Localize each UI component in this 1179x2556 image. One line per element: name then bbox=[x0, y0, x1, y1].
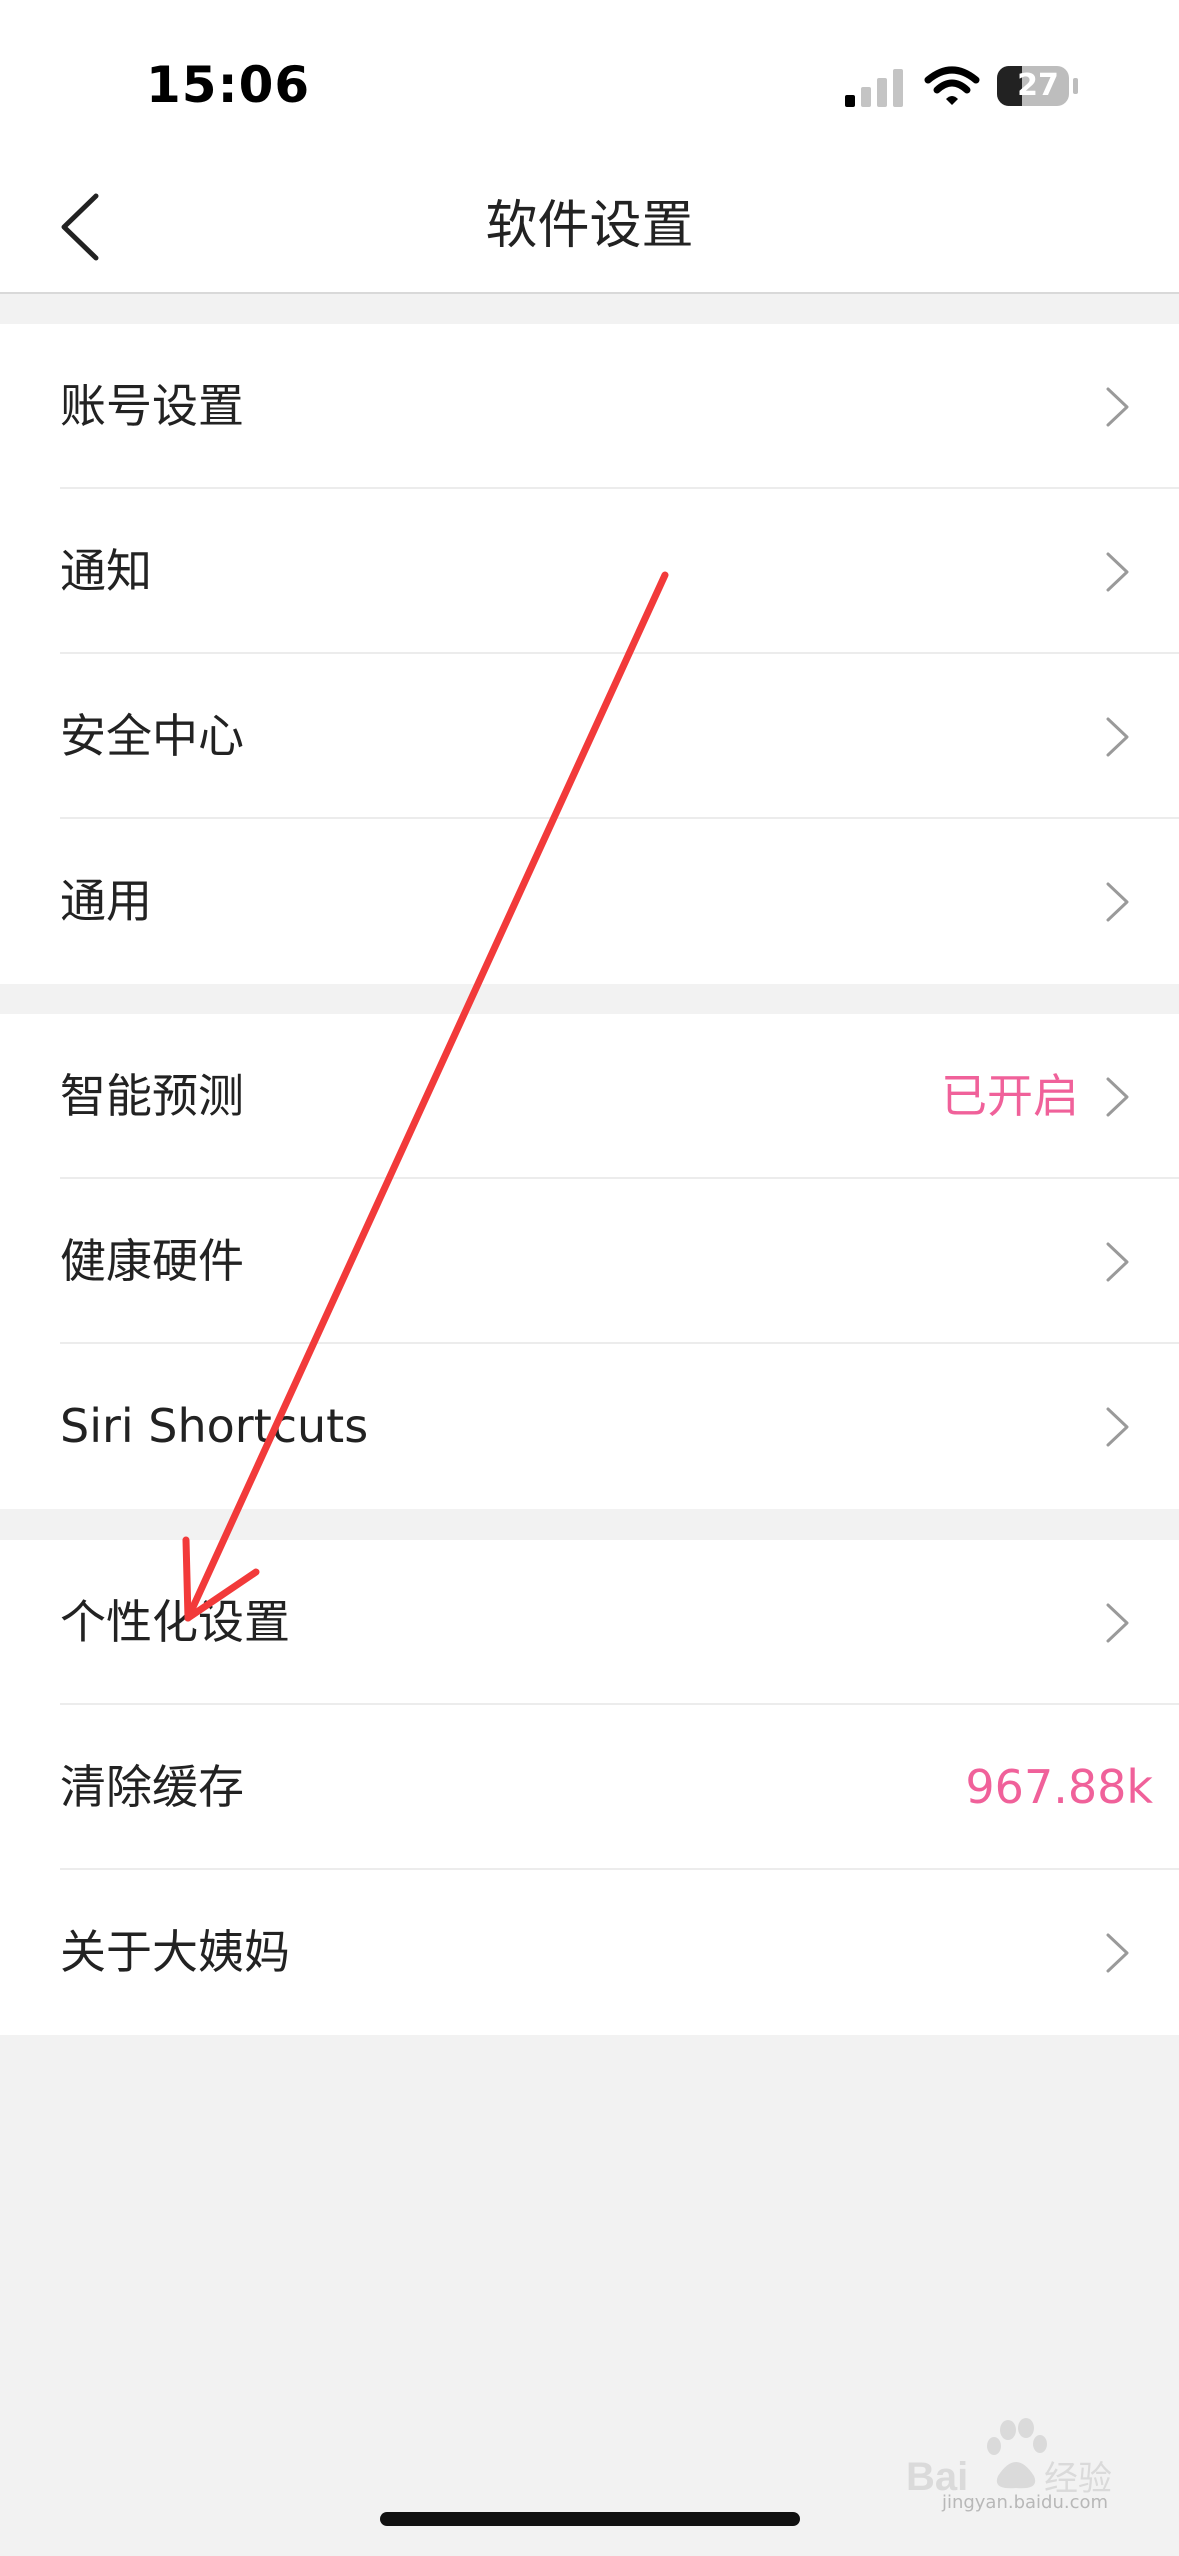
chevron-right-icon bbox=[1106, 1242, 1129, 1282]
row-label: 安全中心 bbox=[60, 709, 244, 763]
signal-icon bbox=[845, 69, 903, 107]
row-personalization[interactable]: 个性化设置 bbox=[0, 1540, 1179, 1705]
chevron-right-icon bbox=[1106, 1603, 1129, 1643]
nav-bar: 软件设置 bbox=[0, 170, 1179, 294]
settings-group-account: 账号设置 通知 安全中心 通用 bbox=[0, 324, 1179, 984]
wifi-icon bbox=[924, 66, 980, 105]
home-indicator[interactable] bbox=[380, 2512, 800, 2526]
settings-group-other: 个性化设置 清除缓存 967.88k 关于大姨妈 bbox=[0, 1540, 1179, 2035]
row-siri-shortcuts[interactable]: Siri Shortcuts bbox=[0, 1344, 1179, 1509]
row-label: 清除缓存 bbox=[60, 1760, 244, 1814]
row-about[interactable]: 关于大姨妈 bbox=[0, 1870, 1179, 2035]
chevron-right-icon bbox=[1106, 882, 1129, 922]
chevron-left-icon[interactable] bbox=[56, 192, 102, 262]
row-clear-cache[interactable]: 清除缓存 967.88k bbox=[0, 1705, 1179, 1870]
watermark-text: jingyan.baidu.com bbox=[941, 2492, 1109, 2513]
chevron-right-icon bbox=[1106, 1077, 1129, 1117]
cache-size-value: 967.88k bbox=[965, 1760, 1153, 1814]
row-account-settings[interactable]: 账号设置 bbox=[0, 324, 1179, 489]
page-title: 软件设置 bbox=[485, 196, 694, 256]
row-label: 通知 bbox=[60, 544, 152, 598]
row-health-hardware[interactable]: 健康硬件 bbox=[0, 1179, 1179, 1344]
row-notifications[interactable]: 通知 bbox=[0, 489, 1179, 654]
chevron-right-icon bbox=[1106, 387, 1129, 427]
chevron-right-icon bbox=[1106, 1407, 1129, 1447]
row-label: 通用 bbox=[60, 874, 152, 928]
status-time: 15:06 bbox=[146, 56, 311, 114]
row-label: 账号设置 bbox=[60, 379, 244, 433]
chevron-right-icon bbox=[1106, 717, 1129, 757]
row-smart-prediction[interactable]: 智能预测 已开启 bbox=[0, 1014, 1179, 1179]
row-label: 健康硬件 bbox=[60, 1234, 244, 1288]
status-bar: 15:06 27 bbox=[0, 0, 1179, 170]
status-value: 已开启 bbox=[941, 1069, 1079, 1123]
row-label: 智能预测 bbox=[60, 1069, 244, 1123]
row-security-center[interactable]: 安全中心 bbox=[0, 654, 1179, 819]
row-label: 关于大姨妈 bbox=[60, 1925, 290, 1979]
settings-group-features: 智能预测 已开启 健康硬件 Siri Shortcuts bbox=[0, 1014, 1179, 1509]
battery-level: 27 bbox=[1017, 68, 1059, 103]
row-label: 个性化设置 bbox=[60, 1595, 290, 1649]
row-general[interactable]: 通用 bbox=[0, 819, 1179, 984]
row-label: Siri Shortcuts bbox=[60, 1399, 369, 1453]
chevron-right-icon bbox=[1106, 552, 1129, 592]
chevron-right-icon bbox=[1106, 1933, 1129, 1973]
